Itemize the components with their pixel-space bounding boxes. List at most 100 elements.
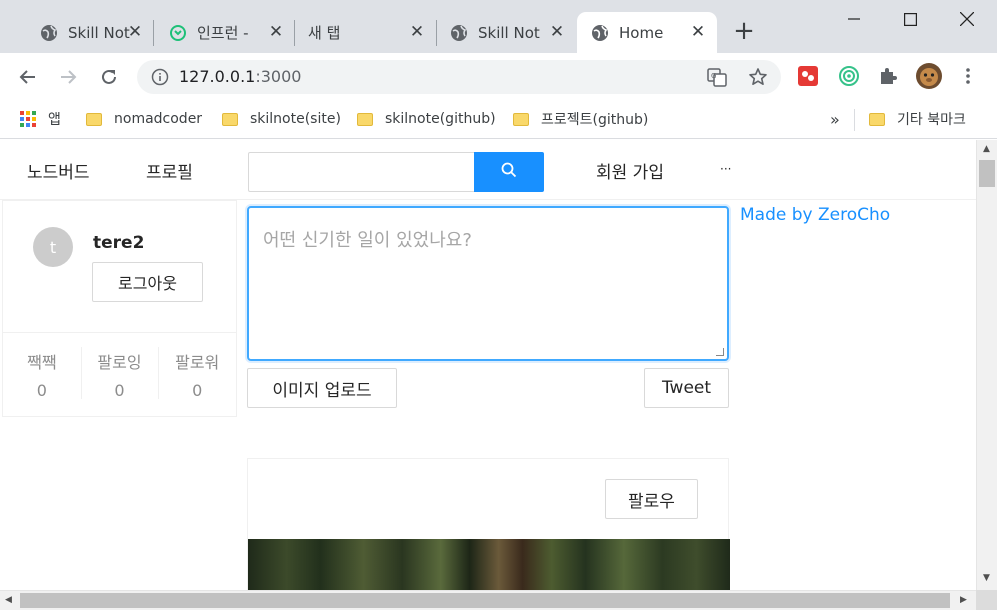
tab-inflearn[interactable]: 인프런 - ✕: [155, 12, 295, 53]
url-text: 127.0.0.1:3000: [179, 67, 301, 86]
tab-skill-note-1[interactable]: Skill Note ✕: [14, 12, 154, 53]
tab-new-tab[interactable]: 새 탭 ✕: [296, 12, 436, 53]
menu-item-signup[interactable]: 회원 가입: [596, 158, 664, 183]
tab-skill-note-2[interactable]: Skill Note ✕: [438, 12, 576, 53]
stat-value: 0: [114, 381, 125, 400]
svg-text:G: G: [711, 72, 716, 80]
bookmark-label: skilnote(github): [385, 111, 496, 127]
tab-strip: Skill Note ✕ 인프런 - ✕ 새 탭 ✕ Skill Note ✕ …: [0, 0, 997, 53]
menu-overflow-button[interactable]: ···: [720, 162, 731, 176]
puzzle-icon[interactable]: [876, 64, 900, 88]
close-icon[interactable]: ✕: [408, 23, 426, 41]
credit-link[interactable]: Made by ZeroCho: [740, 205, 890, 225]
folder-icon: [222, 112, 238, 126]
bookmarks-bar: 앱 nomadcoder skilnote(site) skilnote(git…: [0, 101, 997, 139]
stat-posts[interactable]: 짹짹 0: [3, 333, 81, 416]
search-input[interactable]: [248, 152, 474, 192]
tweet-button[interactable]: Tweet: [644, 368, 729, 408]
stat-value: 0: [36, 381, 47, 400]
tab-title: Skill Note: [478, 23, 540, 42]
folder-icon: [86, 112, 102, 126]
browser-toolbar: 127.0.0.1:3000 G: [0, 53, 997, 101]
folder-icon: [513, 112, 529, 126]
post-placeholder: 어떤 신기한 일이 있었나요?: [263, 230, 472, 251]
maximize-button[interactable]: [881, 0, 939, 38]
vertical-scrollbar[interactable]: ▲ ▼: [976, 140, 997, 590]
tab-title: 새 탭: [308, 24, 341, 42]
stat-followers[interactable]: 팔로워 0: [158, 333, 236, 416]
stat-label: 팔로워: [175, 353, 220, 372]
bookmarks-overflow-button[interactable]: »: [830, 107, 840, 131]
search-button[interactable]: [474, 152, 544, 192]
tab-title: Skill Note: [68, 23, 130, 42]
bookmark-skilnote-github[interactable]: skilnote(github): [357, 107, 496, 131]
bookmark-divider: [854, 109, 855, 131]
new-tab-button[interactable]: +: [733, 18, 755, 44]
post-card: 팔로우: [247, 458, 730, 590]
bookmark-label: 기타 북마크: [897, 112, 966, 128]
bookmark-nomadcoder[interactable]: nomadcoder: [86, 107, 202, 131]
tab-home[interactable]: Home ✕: [577, 12, 717, 53]
profile-stats: 짹짹 0 팔로잉 0 팔로워 0: [3, 332, 236, 416]
stat-value: 0: [192, 381, 203, 400]
minimize-button[interactable]: [825, 0, 883, 38]
folder-icon: [869, 112, 885, 126]
tab-separator: [294, 20, 295, 46]
star-icon[interactable]: [748, 67, 768, 87]
close-window-button[interactable]: [938, 0, 996, 38]
top-menu: 노드버드 프로필 회원 가입 ···: [0, 140, 976, 200]
profile-avatar-icon[interactable]: [915, 62, 943, 90]
close-icon[interactable]: ✕: [548, 23, 566, 41]
scroll-down-icon[interactable]: ▼: [983, 573, 990, 583]
scroll-right-icon[interactable]: ▶: [960, 595, 967, 605]
page-viewport: 노드버드 프로필 회원 가입 ··· t tere2 로그아웃 짹짹 0 팔로잉…: [0, 140, 976, 590]
scroll-left-icon[interactable]: ◀: [5, 595, 12, 605]
reload-button[interactable]: [97, 65, 121, 89]
bookmark-other[interactable]: 기타 북마크: [869, 107, 966, 131]
close-icon[interactable]: ✕: [689, 23, 707, 41]
stat-label: 짹짹: [27, 353, 57, 372]
scrollbar-corner: [976, 590, 997, 610]
logout-button[interactable]: 로그아웃: [92, 262, 203, 302]
menu-item-profile[interactable]: 프로필: [146, 158, 193, 183]
resize-handle-icon[interactable]: [716, 348, 724, 356]
stat-followings[interactable]: 팔로잉 0: [80, 333, 159, 416]
bookmark-label: 프로젝트(github): [541, 112, 649, 128]
translate-icon[interactable]: G: [707, 67, 727, 87]
kebab-menu-icon[interactable]: [956, 64, 980, 88]
bookmark-project-github[interactable]: 프로젝트(github): [513, 107, 648, 131]
vertical-scroll-thumb[interactable]: [979, 160, 995, 187]
user-profile-card: t tere2 로그아웃 짹짹 0 팔로잉 0 팔로워 0: [2, 200, 237, 417]
globe-icon: [40, 24, 58, 42]
bookmark-apps[interactable]: 앱: [20, 107, 61, 131]
tab-separator: [436, 20, 437, 46]
back-button[interactable]: [16, 65, 40, 89]
search-icon: [501, 162, 517, 182]
post-image[interactable]: [248, 539, 730, 590]
extension-green-icon[interactable]: [837, 64, 861, 88]
image-upload-button[interactable]: 이미지 업로드: [247, 368, 397, 408]
info-icon[interactable]: [151, 68, 169, 90]
scroll-up-icon[interactable]: ▲: [983, 144, 990, 154]
tab-title: Home: [619, 23, 664, 42]
user-nickname: tere2: [93, 233, 145, 253]
horizontal-scroll-thumb[interactable]: [20, 593, 950, 608]
post-textarea[interactable]: 어떤 신기한 일이 있었나요?: [247, 206, 729, 361]
url-port: :3000: [255, 67, 302, 86]
close-icon[interactable]: ✕: [267, 23, 285, 41]
horizontal-scrollbar[interactable]: ◀ ▶: [0, 590, 976, 610]
bookmark-skilnote-site[interactable]: skilnote(site): [222, 107, 341, 131]
globe-icon: [450, 24, 468, 42]
address-bar[interactable]: 127.0.0.1:3000 G: [137, 60, 781, 94]
bookmark-label: nomadcoder: [114, 111, 203, 127]
menu-item-home[interactable]: 노드버드: [27, 158, 90, 183]
follow-button[interactable]: 팔로우: [605, 479, 698, 519]
forward-button[interactable]: [56, 65, 80, 89]
close-icon[interactable]: ✕: [126, 23, 144, 41]
extension-red-icon[interactable]: [796, 64, 820, 88]
url-host: 127.0.0.1: [179, 67, 256, 86]
bookmark-label: 앱: [48, 112, 61, 128]
apps-grid-icon: [20, 111, 36, 127]
stat-label: 팔로잉: [97, 353, 142, 372]
inflearn-icon: [169, 24, 187, 42]
